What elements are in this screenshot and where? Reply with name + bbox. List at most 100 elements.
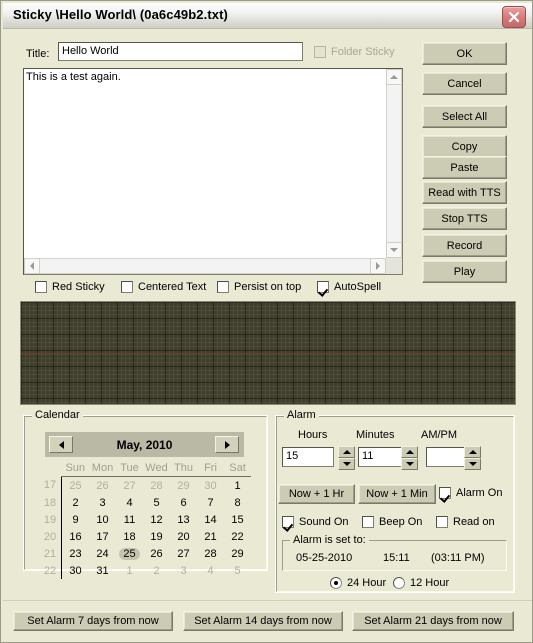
- calendar-day-cell[interactable]: 26: [143, 545, 170, 562]
- now-plus-minute-button[interactable]: Now + 1 Min: [358, 484, 436, 504]
- ampm-spinner[interactable]: [464, 446, 481, 470]
- paste-button[interactable]: Paste: [422, 156, 507, 179]
- calendar-day-cell[interactable]: 25: [116, 545, 143, 562]
- calendar-day-cell[interactable]: 1: [224, 477, 251, 495]
- autospell-checkbox[interactable]: AutoSpell: [317, 281, 381, 293]
- note-scroll-left-button[interactable]: [24, 258, 40, 274]
- calendar-day-cell[interactable]: 2: [62, 494, 90, 511]
- play-button[interactable]: Play: [422, 260, 507, 283]
- calendar-day-cell[interactable]: 8: [224, 494, 251, 511]
- folder-sticky-checkbox[interactable]: Folder Sticky: [314, 46, 395, 58]
- calendar-day-cell[interactable]: 30: [197, 477, 224, 495]
- calendar-week-row: 19 9 10 11 12 13 14 15: [39, 511, 251, 528]
- stop-tts-button[interactable]: Stop TTS: [422, 207, 507, 230]
- calendar-day-cell[interactable]: 4: [197, 562, 224, 579]
- calendar-day-cell[interactable]: 17: [89, 528, 116, 545]
- calendar-day-cell[interactable]: 11: [116, 511, 143, 528]
- close-button[interactable]: [502, 6, 526, 28]
- calendar-day-cell[interactable]: 30: [62, 562, 90, 579]
- calendar-day-cell[interactable]: 31: [89, 562, 116, 579]
- calendar-day-cell[interactable]: 2: [143, 562, 170, 579]
- calendar-day-cell[interactable]: 7: [197, 494, 224, 511]
- hours-spinner-down[interactable]: [338, 458, 355, 470]
- alarm-on-box: [439, 487, 451, 499]
- note-hscrollbar[interactable]: [24, 258, 386, 274]
- ampm-spinner-up[interactable]: [464, 446, 481, 458]
- calendar-day-cell[interactable]: 26: [89, 477, 116, 495]
- calendar-next-button[interactable]: [215, 436, 239, 453]
- calendar-day-cell[interactable]: 29: [224, 545, 251, 562]
- select-all-button[interactable]: Select All: [422, 105, 507, 128]
- calendar-day-cell[interactable]: 9: [62, 511, 90, 528]
- red-sticky-checkbox[interactable]: Red Sticky: [35, 281, 105, 293]
- minutes-spinner-down[interactable]: [401, 458, 418, 470]
- note-textarea[interactable]: This is a test again.: [26, 70, 386, 84]
- centered-text-checkbox[interactable]: Centered Text: [121, 281, 206, 293]
- calendar-day-cell[interactable]: 16: [62, 528, 90, 545]
- hours-spinner[interactable]: [338, 446, 355, 470]
- calendar-day-cell[interactable]: 14: [197, 511, 224, 528]
- note-scroll-down-button[interactable]: [386, 242, 402, 258]
- title-input[interactable]: Hello World: [58, 42, 303, 61]
- minutes-spinner[interactable]: [401, 446, 418, 470]
- calendar-day-cell[interactable]: 24: [89, 545, 116, 562]
- format-12hour-radio[interactable]: 12 Hour: [393, 577, 449, 589]
- calendar-day-cell[interactable]: 1: [116, 562, 143, 579]
- calendar-day-cell[interactable]: 15: [224, 511, 251, 528]
- calendar-day-cell[interactable]: 12: [143, 511, 170, 528]
- minutes-spinner-up[interactable]: [401, 446, 418, 458]
- set-alarm-7-days-button[interactable]: Set Alarm 7 days from now: [13, 611, 173, 631]
- calendar-day-cell[interactable]: 27: [116, 477, 143, 495]
- read-with-tts-button[interactable]: Read with TTS: [422, 181, 507, 204]
- alarm-set-time24: 15:11: [383, 552, 410, 564]
- calendar-prev-button[interactable]: [49, 436, 73, 453]
- ampm-spinner-down[interactable]: [464, 458, 481, 470]
- alarm-on-checkbox[interactable]: Alarm On: [439, 487, 502, 499]
- calendar-day-cell[interactable]: 3: [89, 494, 116, 511]
- record-button[interactable]: Record: [422, 234, 507, 257]
- calendar-day-cell[interactable]: 22: [224, 528, 251, 545]
- read-with-tts-button-label: Read with TTS: [428, 186, 501, 199]
- beep-on-checkbox[interactable]: Beep On: [362, 516, 422, 528]
- calendar-day-cell[interactable]: 10: [89, 511, 116, 528]
- calendar-day-cell[interactable]: 3: [170, 562, 197, 579]
- format-24hour-radio[interactable]: 24 Hour: [330, 577, 386, 589]
- calendar-day-cell[interactable]: 5: [143, 494, 170, 511]
- note-scroll-right-button[interactable]: [370, 258, 386, 274]
- cancel-button[interactable]: Cancel: [422, 72, 507, 95]
- note-vscrollbar[interactable]: [386, 69, 402, 258]
- set-alarm-14-days-button[interactable]: Set Alarm 14 days from now: [183, 611, 343, 631]
- minutes-input[interactable]: 11: [358, 447, 404, 467]
- calendar-day-cell[interactable]: 25: [62, 477, 90, 495]
- weekday-header-fri: Fri: [197, 461, 224, 477]
- sound-on-checkbox[interactable]: Sound On: [282, 516, 349, 528]
- hours-spinner-up[interactable]: [338, 446, 355, 458]
- calendar-day-cell[interactable]: 28: [197, 545, 224, 562]
- calendar-day-cell[interactable]: 23: [62, 545, 90, 562]
- hours-input[interactable]: 15: [282, 447, 334, 467]
- calendar-grid[interactable]: Sun Mon Tue Wed Thu Fri Sat 17 25 26 27 28 29…: [39, 461, 251, 579]
- audio-waveform-display[interactable]: [20, 301, 516, 405]
- note-scroll-up-button[interactable]: [386, 69, 402, 85]
- calendar-day-cell[interactable]: 13: [170, 511, 197, 528]
- calendar-day-cell[interactable]: 29: [170, 477, 197, 495]
- copy-button[interactable]: Copy: [422, 135, 507, 158]
- ampm-input[interactable]: [426, 447, 469, 467]
- calendar-day-cell[interactable]: 18: [116, 528, 143, 545]
- calendar-day-cell[interactable]: 6: [170, 494, 197, 511]
- calendar-day-cell[interactable]: 5: [224, 562, 251, 579]
- calendar-day-cell[interactable]: 28: [143, 477, 170, 495]
- calendar-day-cell[interactable]: 21: [197, 528, 224, 545]
- weekday-header-tue: Tue: [116, 461, 143, 477]
- now-plus-hour-button[interactable]: Now + 1 Hr: [278, 484, 355, 504]
- calendar-day-cell[interactable]: 20: [170, 528, 197, 545]
- calendar-day-cell[interactable]: 19: [143, 528, 170, 545]
- persist-on-top-checkbox[interactable]: Persist on top: [217, 281, 301, 293]
- calendar-day-cell[interactable]: 27: [170, 545, 197, 562]
- set-alarm-21-days-button[interactable]: Set Alarm 21 days from now: [352, 611, 514, 631]
- read-on-checkbox[interactable]: Read on: [436, 516, 495, 528]
- weekday-header-sat: Sat: [224, 461, 251, 477]
- ok-button[interactable]: OK: [422, 42, 507, 65]
- read-on-label: Read on: [453, 516, 495, 528]
- calendar-day-cell[interactable]: 4: [116, 494, 143, 511]
